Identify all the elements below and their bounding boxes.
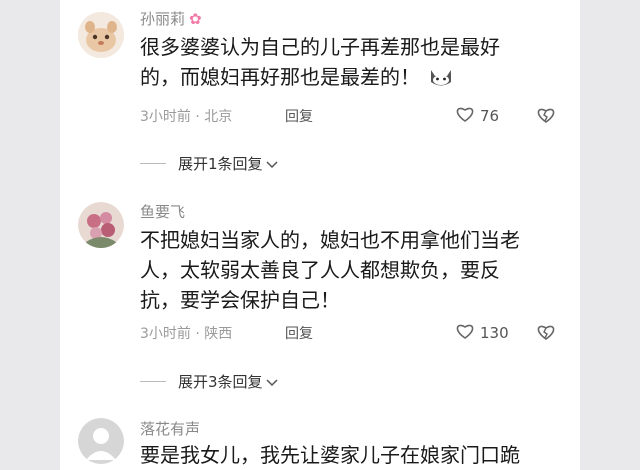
comment-text: 不把媳妇当家人的，媳妇也不用拿他们当老 人，太软弱太善良了人人都想欺负，要反 抗…	[140, 225, 540, 315]
dislike-heart-icon[interactable]	[536, 106, 556, 128]
like-button[interactable]: 76	[455, 105, 499, 127]
avatar[interactable]	[78, 418, 124, 464]
username[interactable]: 落花有声	[140, 418, 200, 439]
comment-text: 要是我女儿，我先让婆家儿子在娘家门口跪	[140, 440, 540, 470]
comment-line: 人，太软弱太善良了人人都想欺负，要反	[140, 258, 500, 282]
reply-button[interactable]: 回复	[285, 106, 313, 126]
expand-label: 展开1条回复	[178, 155, 263, 173]
comment-panel: 孙丽莉 ✿ 很多婆婆认为自己的儿子再差那也是最好 的，而媳妇再好那也是最差的！ 3…	[60, 0, 580, 470]
comment-meta: 3小时前 · 陕西	[140, 326, 233, 342]
comment-text: 很多婆婆认为自己的儿子再差那也是最好 的，而媳妇再好那也是最差的！	[140, 32, 540, 92]
comment-line: 不把媳妇当家人的，媳妇也不用拿他们当老	[140, 228, 520, 252]
comment-line: 的，而媳妇再好那也是最差的！	[140, 62, 540, 92]
reply-button[interactable]: 回复	[285, 323, 313, 343]
avatar[interactable]	[78, 202, 124, 248]
expand-label: 展开3条回复	[178, 373, 263, 391]
comment-line: 抗，要学会保护自己！	[140, 288, 340, 312]
chevron-down-icon	[266, 373, 278, 391]
flower-emoji-icon: ✿	[189, 10, 202, 28]
heart-icon	[455, 322, 475, 344]
like-count: 130	[480, 324, 509, 342]
divider	[140, 381, 166, 382]
heart-icon	[455, 105, 475, 127]
comment-line: 要是我女儿，我先让婆家儿子在娘家门口跪	[140, 443, 520, 467]
expand-replies-button[interactable]: 展开3条回复	[140, 371, 278, 392]
username-text[interactable]: 孙丽莉	[140, 10, 185, 28]
like-count: 76	[480, 107, 500, 125]
username[interactable]: 鱼要飞	[140, 201, 185, 222]
comment-line: 很多婆婆认为自己的儿子再差那也是最好	[140, 35, 500, 59]
like-button[interactable]: 130	[455, 322, 509, 344]
expand-replies-button[interactable]: 展开1条回复	[140, 153, 278, 174]
cat-emoji-icon	[428, 66, 454, 88]
avatar[interactable]	[78, 12, 124, 58]
dislike-heart-icon[interactable]	[536, 323, 556, 345]
chevron-down-icon	[266, 155, 278, 173]
divider	[140, 163, 166, 164]
comment-meta: 3小时前 · 北京	[140, 109, 233, 125]
username[interactable]: 孙丽莉 ✿	[140, 8, 202, 29]
